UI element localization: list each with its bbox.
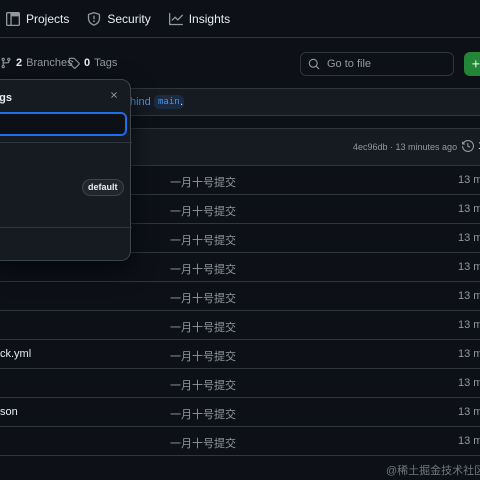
go-to-file-input[interactable]: Go to file xyxy=(300,52,454,76)
history-icon xyxy=(462,140,474,152)
branch-filter-input[interactable] xyxy=(0,112,127,136)
shield-icon xyxy=(87,11,101,26)
popover-divider xyxy=(0,142,132,143)
commit-message[interactable]: 一月十号提交 xyxy=(170,232,236,248)
popover-title: ags xyxy=(0,92,12,104)
table-row[interactable]: ck.yml 一月十号提交 13 m xyxy=(0,340,480,369)
repo-nav: Projects Security Insights xyxy=(0,0,480,38)
commit-message[interactable]: 一月十号提交 xyxy=(170,203,236,219)
tag-icon xyxy=(68,57,80,69)
commit-date: 13 m xyxy=(458,377,480,389)
tab-insights-label: Insights xyxy=(188,11,231,26)
commit-message[interactable]: 一月十号提交 xyxy=(170,377,236,393)
close-icon[interactable] xyxy=(109,90,119,100)
add-file-button[interactable] xyxy=(464,52,480,76)
table-row[interactable]: 一月十号提交 13 m xyxy=(0,427,480,456)
go-to-file-placeholder: Go to file xyxy=(327,58,372,70)
branches-count: 2 xyxy=(16,57,23,69)
commit-date: 13 m xyxy=(458,261,480,273)
branches-label: Branches xyxy=(26,57,73,69)
repo-toolbar: 2 Branches 0 Tags Go to file xyxy=(0,50,480,78)
commit-hash-time[interactable]: 4ec96db · 13 minutes ago xyxy=(353,142,457,152)
git-branch-icon xyxy=(0,57,12,69)
commit-message[interactable]: 一月十号提交 xyxy=(170,435,236,451)
tags-link[interactable]: 0 Tags xyxy=(68,57,117,69)
commit-message[interactable]: 一月十号提交 xyxy=(170,174,236,190)
tab-security[interactable]: Security xyxy=(78,0,159,38)
commit-date: 13 m xyxy=(458,406,480,418)
tab-projects-label: Projects xyxy=(26,11,70,26)
plus-icon xyxy=(471,59,480,69)
commit-history-link[interactable]: 1 xyxy=(462,140,480,152)
commit-date: 13 m xyxy=(458,232,480,244)
commit-date: 13 m xyxy=(458,319,480,331)
commit-date: 13 m xyxy=(458,174,480,186)
commit-message[interactable]: 一月十号提交 xyxy=(170,406,236,422)
table-row[interactable]: son 一月十号提交 13 m xyxy=(0,398,480,427)
file-name[interactable]: son xyxy=(0,406,18,418)
watermark: @稀土掘金技术社区 xyxy=(386,465,480,477)
banner-behind-link[interactable]: hind xyxy=(130,96,151,108)
table-row[interactable]: 一月十号提交 13 m xyxy=(0,369,480,398)
commit-date: 13 m xyxy=(458,348,480,360)
commit-message[interactable]: 一月十号提交 xyxy=(170,348,236,364)
table-row[interactable]: 一月十号提交 13 m xyxy=(0,311,480,340)
commit-date: 13 m xyxy=(458,290,480,302)
commit-date: 13 m xyxy=(458,435,480,447)
table-icon xyxy=(6,11,20,26)
table-row[interactable]: 一月十号提交 13 m xyxy=(0,282,480,311)
graph-icon xyxy=(168,12,183,26)
tab-projects[interactable]: Projects xyxy=(0,0,78,38)
commit-date: 13 m xyxy=(458,203,480,215)
tags-label: Tags xyxy=(94,57,118,69)
popover-divider xyxy=(0,227,132,228)
branches-link[interactable]: 2 Branches xyxy=(0,57,73,69)
banner-suffix: . xyxy=(180,96,184,108)
branch-switcher-popover: ags default xyxy=(0,79,132,261)
commit-message[interactable]: 一月十号提交 xyxy=(170,261,236,277)
commit-message[interactable]: 一月十号提交 xyxy=(170,290,236,306)
default-badge: default xyxy=(82,179,124,196)
tags-count: 0 xyxy=(84,57,91,69)
search-icon xyxy=(308,58,320,70)
tab-insights[interactable]: Insights xyxy=(160,0,239,38)
file-name[interactable]: ck.yml xyxy=(0,348,31,360)
tab-security-label: Security xyxy=(107,11,151,26)
commit-message[interactable]: 一月十号提交 xyxy=(170,319,236,335)
